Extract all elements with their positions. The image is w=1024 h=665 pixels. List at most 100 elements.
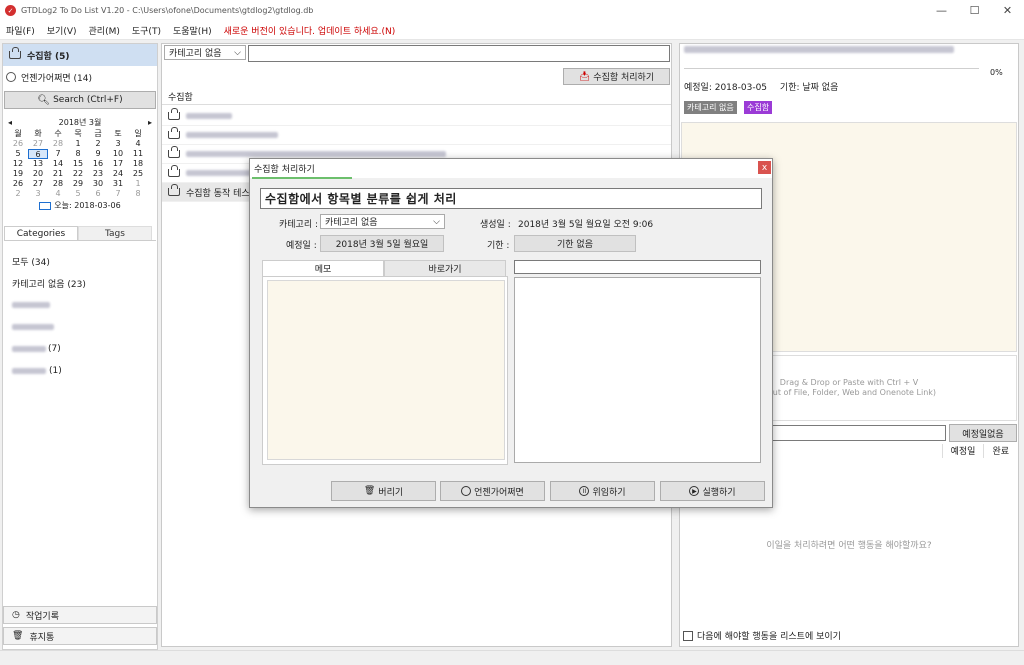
calendar-day[interactable]: 31	[108, 179, 128, 189]
left-tabs: Categories Tags	[4, 226, 156, 241]
execute-button[interactable]: ▶ 실행하기	[660, 481, 765, 501]
category-item[interactable]: (1)	[12, 360, 152, 382]
no-date-button[interactable]: 예정일없음	[949, 424, 1017, 442]
calendar-day[interactable]: 10	[108, 149, 128, 159]
close-button[interactable]: ✕	[991, 0, 1024, 21]
deadline-button[interactable]: 기한 없음	[514, 235, 636, 252]
inbox-icon	[168, 165, 180, 177]
tab-memo[interactable]: 메모	[262, 260, 384, 276]
update-notice[interactable]: 새로운 버전이 있습니다. 업데이트 하세요.(N)	[224, 24, 396, 37]
menu-file[interactable]: 파일(F)	[6, 24, 35, 37]
circle-icon	[6, 72, 16, 82]
calendar-day[interactable]: 26	[8, 179, 28, 189]
calendar-day[interactable]: 2	[8, 189, 28, 199]
calendar-day[interactable]: 12	[8, 159, 28, 169]
minimize-button[interactable]: —	[925, 0, 958, 21]
calendar-day[interactable]: 3	[28, 189, 48, 199]
sidebar-item-someday[interactable]: 언젠가어쩌면 (14)	[6, 70, 92, 84]
list-header: 수집함	[162, 88, 671, 105]
calendar-day[interactable]: 23	[88, 169, 108, 179]
calendar-day[interactable]: 9	[88, 149, 108, 159]
title-bar: ✓ GTDLog2 To Do List V1.20 - C:\Users\of…	[0, 0, 1024, 21]
maximize-button[interactable]: ☐	[958, 0, 991, 21]
calendar-day[interactable]: 2	[88, 139, 108, 149]
calendar-day[interactable]: 25	[128, 169, 148, 179]
process-inbox-button[interactable]: 📥︎ 수집함 처리하기	[563, 68, 670, 85]
calendar-day[interactable]: 8	[128, 189, 148, 199]
sidebar-item-inbox[interactable]: 수집함 (5)	[3, 44, 157, 66]
calendar-day[interactable]: 27	[28, 179, 48, 189]
calendar-day[interactable]: 6	[88, 189, 108, 199]
calendar-today[interactable]: 오늘: 2018-03-06	[4, 200, 156, 211]
calendar-day[interactable]: 17	[108, 159, 128, 169]
planned-date-button[interactable]: 2018년 3월 5일 월요일	[320, 235, 444, 252]
calendar-day[interactable]: 6	[28, 149, 48, 159]
calendar-day[interactable]: 22	[68, 169, 88, 179]
calendar-day[interactable]: 30	[88, 179, 108, 189]
list-item[interactable]	[162, 126, 671, 145]
calendar-day[interactable]: 1	[128, 179, 148, 189]
trash-button[interactable]: 🗑︎ 휴지통	[3, 627, 157, 645]
dialog-close-button[interactable]: x	[758, 161, 771, 174]
delegate-button[interactable]: II 위임하기	[550, 481, 655, 501]
calendar-day[interactable]: 15	[68, 159, 88, 169]
calendar-day[interactable]: 27	[28, 139, 48, 149]
calendar-day[interactable]: 8	[68, 149, 88, 159]
category-item[interactable]: (7)	[12, 338, 152, 360]
calendar-day[interactable]: 26	[8, 139, 28, 149]
calendar-day[interactable]: 29	[68, 179, 88, 189]
calendar-day[interactable]: 14	[48, 159, 68, 169]
menu-tools[interactable]: 도구(T)	[132, 24, 161, 37]
list-item[interactable]	[162, 107, 671, 126]
tab-tags[interactable]: Tags	[78, 226, 152, 240]
calendar-day[interactable]: 28	[48, 179, 68, 189]
calendar-day[interactable]: 19	[8, 169, 28, 179]
search-button[interactable]: 🔍︎ Search (Ctrl+F)	[4, 91, 156, 109]
show-next-actions-checkbox[interactable]: 다음에 해야할 행동을 리스트에 보이기	[683, 629, 841, 642]
category-badge: 카테고리 없음	[684, 101, 737, 114]
calendar-day[interactable]: 3	[108, 139, 128, 149]
calendar-day[interactable]: 13	[28, 159, 48, 169]
calendar-dow: 목	[74, 129, 82, 138]
calendar-day[interactable]: 5	[8, 149, 28, 159]
blurred-text	[186, 132, 278, 138]
calendar-prev-icon[interactable]: ◂	[8, 118, 12, 127]
category-item[interactable]: 카테고리 없음 (23)	[12, 272, 152, 294]
calendar-day[interactable]: 4	[48, 189, 68, 199]
calendar-day[interactable]: 20	[28, 169, 48, 179]
detail-dates: 예정일: 2018-03-05 기한: 날짜 없음	[684, 80, 838, 93]
calendar-day[interactable]: 4	[128, 139, 148, 149]
worklog-button[interactable]: ◷ 작업기록	[3, 606, 157, 624]
menu-manage[interactable]: 관리(M)	[89, 24, 120, 37]
menu-view[interactable]: 보기(V)	[47, 24, 77, 37]
calendar-day[interactable]: 18	[128, 159, 148, 169]
worklog-label: 작업기록	[25, 611, 59, 622]
category-item[interactable]: 모두 (34)	[12, 250, 152, 272]
calendar-day[interactable]: 7	[48, 149, 68, 159]
calendar-day[interactable]: 7	[108, 189, 128, 199]
planned-label: 예정일 :	[286, 241, 317, 251]
dialog-action-list[interactable]	[514, 277, 761, 463]
calendar-next-icon[interactable]: ▸	[148, 118, 152, 127]
calendar-day[interactable]: 24	[108, 169, 128, 179]
calendar-day[interactable]: 21	[48, 169, 68, 179]
menu-help[interactable]: 도움말(H)	[173, 24, 212, 37]
calendar-day[interactable]: 16	[88, 159, 108, 169]
dialog-subject-input[interactable]: 수집함에서 항목별 분류를 쉽게 처리	[260, 188, 762, 209]
execute-label: 실행하기	[702, 487, 736, 498]
category-filter-select[interactable]: 카테고리 없음 ⌵	[164, 45, 246, 60]
tab-shortcut[interactable]: 바로가기	[384, 260, 506, 276]
someday-button[interactable]: 언젠가어쩌면	[440, 481, 545, 501]
filter-input[interactable]	[248, 45, 670, 62]
calendar-day[interactable]: 1	[68, 139, 88, 149]
dialog-category-select[interactable]: 카테고리 없음 ⌵	[320, 214, 445, 229]
calendar-day[interactable]: 11	[128, 149, 148, 159]
dialog-action-input[interactable]	[514, 260, 761, 274]
calendar-day[interactable]: 5	[68, 189, 88, 199]
category-item[interactable]	[12, 316, 152, 338]
discard-button[interactable]: 🗑︎ 버리기	[331, 481, 436, 501]
dialog-memo-area[interactable]	[267, 280, 505, 460]
category-item[interactable]	[12, 294, 152, 316]
tab-categories[interactable]: Categories	[4, 226, 78, 240]
calendar-day[interactable]: 28	[48, 139, 68, 149]
